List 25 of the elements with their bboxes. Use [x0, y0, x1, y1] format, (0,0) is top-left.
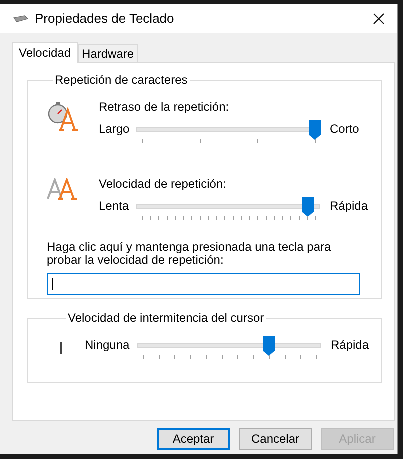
input-field[interactable]: [47, 273, 360, 295]
min-label: Lenta: [99, 199, 130, 213]
max-label: Rápida: [330, 199, 368, 213]
group-title: Repetición de caracteres: [54, 73, 189, 87]
max-label: Corto: [330, 122, 360, 136]
max-label: Rápida: [331, 338, 370, 352]
slider-thumb[interactable]: [309, 120, 321, 140]
tab[interactable]: Velocidad: [12, 42, 78, 63]
group-title: Velocidad de intermitencia del cursor: [67, 311, 266, 325]
slider-thumb[interactable]: [302, 197, 314, 217]
close-icon[interactable]: [373, 12, 385, 24]
letters-icon: [47, 178, 79, 200]
instruction-text: Haga clic aquí y mantenga presionada una tecla para probar la velocidad de repetición:: [47, 241, 332, 267]
keyboard-icon: [13, 14, 29, 22]
slider-label: Retraso de la repetición:: [99, 100, 230, 116]
dialog-button[interactable]: Aceptar: [157, 428, 230, 450]
tab[interactable]: Hardware: [78, 44, 138, 62]
slider-label: Velocidad de repetición:: [99, 177, 228, 193]
window-title: Propiedades de Teclado: [35, 11, 176, 26]
min-label: Largo: [99, 122, 131, 136]
dialog-button[interactable]: Cancelar: [239, 428, 312, 450]
stopwatch-icon: [47, 101, 79, 131]
slider-thumb[interactable]: [263, 336, 276, 356]
text-cursor-icon: [60, 342, 62, 354]
min-label: Ninguna: [85, 338, 131, 352]
